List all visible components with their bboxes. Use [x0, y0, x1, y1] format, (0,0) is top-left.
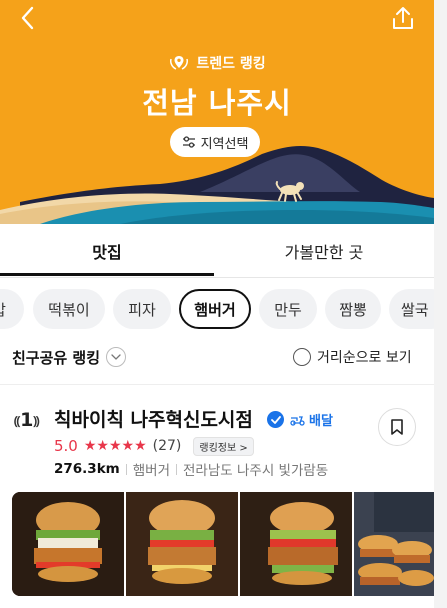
food-category-chips: 밥 떡볶이 피자 햄버거 만두 짬뽕 쌀국 — [0, 289, 434, 331]
back-button[interactable] — [14, 4, 40, 32]
trend-ranking-label: 트렌드 랭킹 — [0, 52, 434, 74]
burger-photo[interactable] — [12, 492, 124, 596]
chip-hamburger[interactable]: 햄버거 — [179, 289, 251, 329]
chip-dumpling[interactable]: 만두 — [259, 289, 317, 329]
hero-banner: 트렌드 랭킹 전남 나주시 지역선택 — [0, 0, 434, 224]
chip-rice[interactable]: 밥 — [0, 289, 24, 329]
section-divider — [0, 384, 434, 385]
review-count[interactable]: (27) — [153, 438, 182, 454]
filter-sliders-icon — [182, 136, 195, 148]
distance: 276.3km — [54, 461, 120, 477]
burger-photo[interactable] — [126, 492, 238, 596]
sort-by-distance-label: 거리순으로 보기 — [317, 350, 412, 366]
ranking-info-button[interactable]: 랭킹정보 > — [193, 436, 254, 456]
region-select-label: 지역선택 — [200, 136, 249, 152]
laurel-right-icon: ⸩ — [33, 413, 40, 428]
share-icon — [393, 7, 413, 29]
rating-row: 5.0 ★★★★★ (27) 랭킹정보 > — [54, 436, 254, 456]
ranking-title: 친구공유 랭킹 — [12, 348, 101, 367]
trend-ranking-text: 트렌드 랭킹 — [196, 56, 266, 72]
bookmark-button[interactable] — [378, 408, 416, 446]
burger-photo[interactable] — [354, 492, 434, 596]
friend-share-ranking-dropdown[interactable]: 친구공유 랭킹 — [12, 344, 127, 370]
place-meta: 276.3km 햄버거 전라남도 나주시 빛가람동 — [54, 459, 328, 479]
bookmark-icon — [391, 419, 403, 435]
active-tab-indicator — [0, 273, 214, 276]
tab-restaurants[interactable]: 맛집 — [0, 224, 214, 278]
address: 전라남도 나주시 빛가람동 — [183, 463, 329, 479]
chevron-left-icon — [21, 6, 34, 30]
delivery-badge: 배달 — [289, 409, 333, 429]
star-rating-icon: ★★★★★ — [83, 438, 147, 454]
chip-tteokbokki[interactable]: 떡볶이 — [33, 289, 105, 329]
meta-separator — [125, 463, 127, 475]
chip-pizza[interactable]: 피자 — [113, 289, 171, 329]
rank-number: 1 — [20, 409, 34, 431]
delivery-label: 배달 — [309, 413, 333, 429]
meta-separator — [176, 463, 178, 475]
verified-check-icon — [267, 411, 284, 428]
tab-places-to-visit[interactable]: 가볼만한 곳 — [214, 224, 434, 278]
category: 햄버거 — [132, 463, 171, 479]
chip-jjamppong[interactable]: 짬뽕 — [325, 289, 381, 329]
region-title: 전남 나주시 — [142, 86, 292, 120]
radio-icon — [293, 348, 311, 366]
category-tabs: 맛집 가볼만한 곳 — [0, 224, 434, 278]
location-laurel-icon — [170, 56, 189, 70]
chevron-down-icon — [106, 347, 127, 367]
burger-photo[interactable] — [240, 492, 352, 596]
rating-value: 5.0 — [54, 437, 78, 455]
sort-by-distance-toggle[interactable]: 거리순으로 보기 — [293, 344, 412, 370]
scooter-icon — [290, 416, 305, 426]
share-button[interactable] — [389, 4, 417, 32]
place-name[interactable]: 칙바이칙 나주혁신도시점 — [54, 405, 253, 432]
scroll-edge — [434, 0, 447, 608]
region-select-button[interactable]: 지역선택 — [170, 127, 260, 157]
chip-pho[interactable]: 쌀국 — [389, 289, 434, 329]
rank-badge: ⸨ 1 ⸩ — [14, 407, 39, 433]
